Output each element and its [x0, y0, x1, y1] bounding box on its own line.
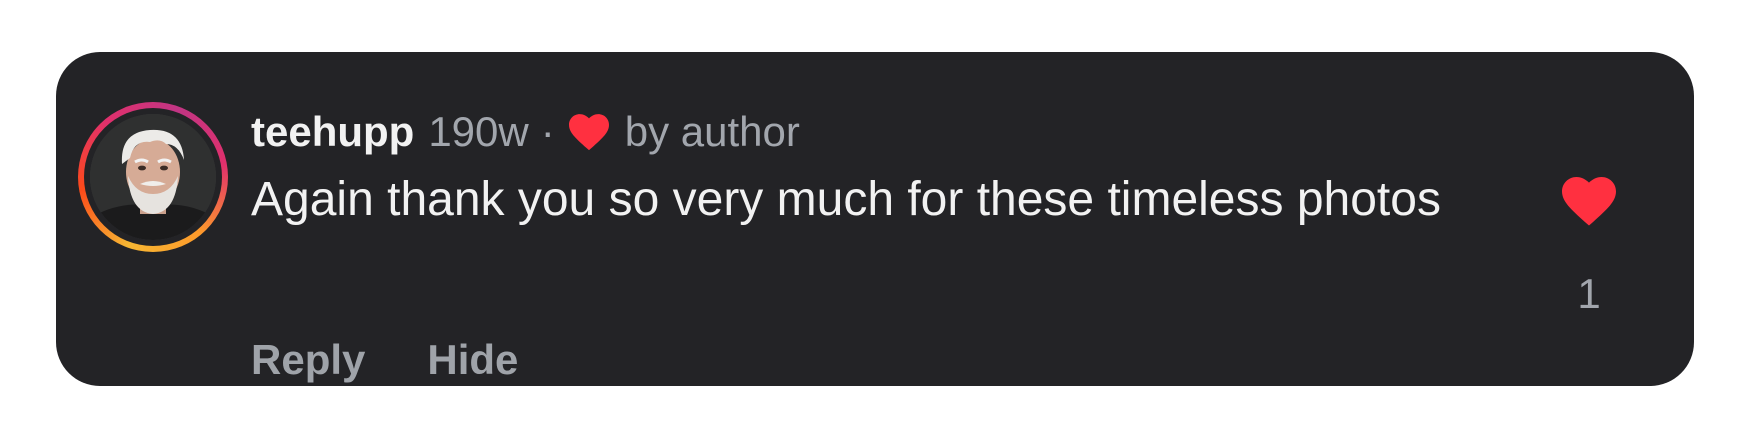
- like-count[interactable]: 1: [1556, 270, 1622, 318]
- comment-timestamp: 190w: [428, 108, 529, 155]
- hide-button[interactable]: Hide: [427, 336, 518, 384]
- comment-actions: Reply Hide: [251, 336, 518, 384]
- username[interactable]: teehupp: [251, 108, 414, 156]
- avatar-ring-gap: [84, 108, 222, 246]
- reply-button[interactable]: Reply: [251, 336, 365, 384]
- avatar[interactable]: [90, 114, 216, 240]
- comment-card: teehupp 190w · by author Again thank you…: [56, 52, 1694, 386]
- heart-icon: [568, 114, 609, 151]
- meta-separator: ·: [540, 108, 555, 155]
- profile-photo-icon: [90, 114, 216, 240]
- comment-meta: teehupp 190w · by author: [251, 104, 1491, 160]
- comment-text: Again thank you so very much for these t…: [251, 173, 1441, 226]
- comment-content: teehupp 190w · by author Again thank you…: [251, 104, 1491, 383]
- avatar-story-ring[interactable]: [78, 102, 228, 252]
- like-heart-icon[interactable]: [1559, 174, 1619, 228]
- liked-by-author-label: by author: [624, 108, 800, 155]
